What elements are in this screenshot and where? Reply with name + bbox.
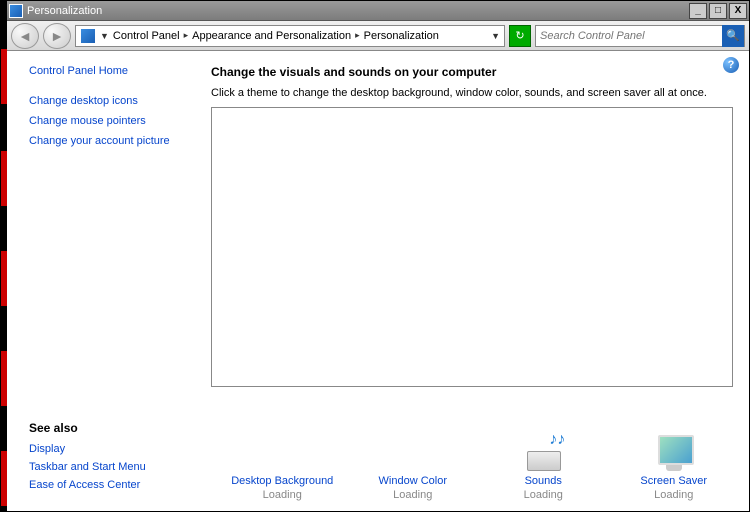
see-also-heading: See also bbox=[29, 421, 146, 435]
history-dropdown-icon[interactable]: ▼ bbox=[98, 31, 111, 41]
setting-status: Loading bbox=[348, 489, 478, 501]
minimize-button[interactable]: _ bbox=[689, 3, 707, 19]
see-also: See also Display Taskbar and Start Menu … bbox=[29, 421, 146, 497]
location-icon bbox=[81, 29, 95, 43]
maximize-button[interactable]: □ bbox=[709, 3, 727, 19]
help-icon[interactable]: ? bbox=[723, 57, 739, 73]
see-also-taskbar[interactable]: Taskbar and Start Menu bbox=[29, 461, 146, 473]
setting-sounds[interactable]: Sounds Loading bbox=[478, 435, 608, 501]
setting-label[interactable]: Screen Saver bbox=[609, 475, 739, 487]
setting-desktop-background[interactable]: Desktop Background Loading bbox=[217, 435, 347, 501]
search-button[interactable]: 🔍 bbox=[722, 25, 744, 47]
address-dropdown-icon[interactable]: ▼ bbox=[489, 31, 502, 41]
sounds-icon bbox=[523, 435, 563, 471]
setting-screen-saver[interactable]: Screen Saver Loading bbox=[609, 435, 739, 501]
titlebar[interactable]: Personalization _ □ X bbox=[7, 1, 749, 21]
refresh-button[interactable]: ↻ bbox=[509, 25, 531, 47]
window-color-icon bbox=[393, 435, 433, 471]
close-button[interactable]: X bbox=[729, 3, 747, 19]
forward-button[interactable]: ► bbox=[43, 23, 71, 49]
setting-label[interactable]: Window Color bbox=[348, 475, 478, 487]
back-button[interactable]: ◄ bbox=[11, 23, 39, 49]
setting-status: Loading bbox=[478, 489, 608, 501]
see-also-display[interactable]: Display bbox=[29, 443, 146, 455]
breadcrumb-seg-1[interactable]: Control Panel bbox=[111, 30, 182, 42]
setting-window-color[interactable]: Window Color Loading bbox=[348, 435, 478, 501]
nav-toolbar: ◄ ► ▼ Control Panel ▸ Appearance and Per… bbox=[7, 21, 749, 51]
sidebar-link-desktop-icons[interactable]: Change desktop icons bbox=[29, 95, 207, 107]
see-also-ease-of-access[interactable]: Ease of Access Center bbox=[29, 479, 146, 491]
address-bar[interactable]: ▼ Control Panel ▸ Appearance and Persona… bbox=[75, 25, 505, 47]
page-heading: Change the visuals and sounds on your co… bbox=[211, 65, 733, 79]
sidebar-link-mouse-pointers[interactable]: Change mouse pointers bbox=[29, 115, 207, 127]
control-panel-home-link[interactable]: Control Panel Home bbox=[29, 65, 207, 77]
page-description: Click a theme to change the desktop back… bbox=[211, 87, 733, 99]
app-icon bbox=[9, 4, 23, 18]
sidebar-link-account-picture[interactable]: Change your account picture bbox=[29, 135, 207, 147]
setting-label[interactable]: Sounds bbox=[478, 475, 608, 487]
chevron-right-icon[interactable]: ▸ bbox=[353, 30, 362, 41]
search-box[interactable]: 🔍 bbox=[535, 25, 745, 47]
breadcrumb-seg-3[interactable]: Personalization bbox=[362, 30, 441, 42]
setting-status: Loading bbox=[217, 489, 347, 501]
screen-saver-icon bbox=[654, 435, 694, 471]
window-title: Personalization bbox=[27, 5, 689, 17]
breadcrumb-seg-2[interactable]: Appearance and Personalization bbox=[190, 30, 353, 42]
desktop-background-icon bbox=[262, 435, 302, 471]
search-input[interactable] bbox=[536, 30, 722, 42]
themes-list[interactable] bbox=[211, 107, 733, 387]
settings-row: Desktop Background Loading Window Color … bbox=[217, 435, 739, 501]
setting-label[interactable]: Desktop Background bbox=[217, 475, 347, 487]
setting-status: Loading bbox=[609, 489, 739, 501]
chevron-right-icon[interactable]: ▸ bbox=[182, 30, 191, 41]
